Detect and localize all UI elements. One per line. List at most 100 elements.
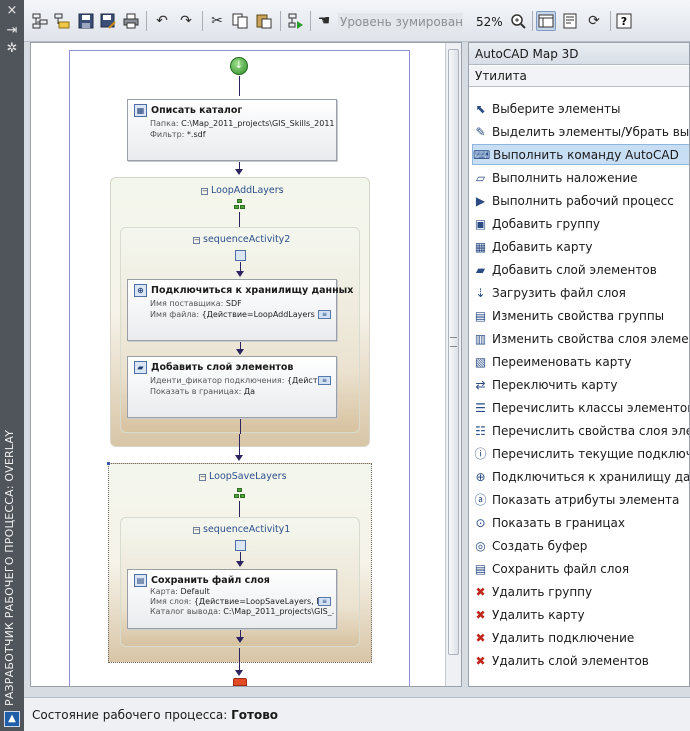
palette-item-label: Выделить элементы/Убрать выделение xyxy=(492,124,690,139)
paste-icon[interactable] xyxy=(254,11,274,31)
palette-item[interactable]: ⇣ Загрузить файл слоя xyxy=(472,282,689,303)
palette-item[interactable]: ✖ Удалить слой элементов xyxy=(472,650,689,671)
prop-label: Показать в границах: xyxy=(150,387,242,396)
save-layer-icon: ▤ xyxy=(474,561,487,576)
sequence-activity-1[interactable]: − sequenceActivity1 ▤ Сохранить файл слоя … xyxy=(120,517,360,647)
palette-item[interactable]: ⬉ Выберите элементы xyxy=(472,98,689,119)
buffer-icon: ◎ xyxy=(475,538,486,553)
properties-icon[interactable]: ✲ xyxy=(5,42,19,56)
end-node-icon[interactable] xyxy=(233,678,247,686)
remove-map-icon: ✖ xyxy=(475,607,486,622)
start-node-icon[interactable]: ↓ xyxy=(230,57,248,75)
palette-item[interactable]: ◎ Создать буфер xyxy=(472,535,689,556)
palette-category[interactable]: Утилита xyxy=(469,66,689,87)
activity-title: Подключиться к хранилищу данных xyxy=(151,285,354,296)
workflow-canvas[interactable]: ↓ ▦ Описать каталог Папка: C:\Map_2011_pr… xyxy=(30,42,462,687)
zoom-value[interactable]: 52% xyxy=(476,13,503,31)
palette-item[interactable]: ▤ Изменить свойства группы xyxy=(472,305,689,326)
collapse-toggle[interactable]: − xyxy=(199,474,206,481)
palette-item[interactable]: ✖ Удалить группу xyxy=(472,581,689,602)
workflow-page: ↓ ▦ Описать каталог Папка: C:\Map_2011_pr… xyxy=(69,50,410,686)
prop-value: C:\Map_2011_projects\GIS_... xyxy=(223,607,335,616)
redo-icon[interactable]: ↷ xyxy=(176,11,196,31)
palette-item[interactable]: ▥ Изменить свойства слоя элементов xyxy=(472,328,689,349)
prop-label: Каталог вывода: xyxy=(150,607,221,616)
activity-describe-catalog[interactable]: ▦ Описать каталог Папка: C:\Map_2011_proj… xyxy=(127,99,337,161)
binding-icon[interactable]: ≡ xyxy=(318,310,331,319)
binding-icon[interactable]: ≡ xyxy=(318,376,331,385)
layout-icon-2[interactable] xyxy=(560,11,580,31)
layer-props-icon: ▥ xyxy=(474,331,487,346)
palette-item[interactable]: ⊙ Показать в границах xyxy=(472,512,689,533)
palette-item[interactable]: ⓐ Показать атрибуты элемента xyxy=(472,489,689,510)
palette-item-label: Изменить свойства группы xyxy=(492,308,665,323)
sequence-activity-2[interactable]: − sequenceActivity2 ⊕ Подключиться к храни… xyxy=(120,227,360,434)
list-layer-props-icon: ☷ xyxy=(475,423,486,438)
refresh-icon[interactable]: ⟳ xyxy=(584,11,604,31)
open-workflow-icon[interactable] xyxy=(52,11,72,31)
overlay-icon: ▱ xyxy=(475,170,486,185)
activity-title: Сохранить файл слоя xyxy=(151,575,270,586)
palette-group-title[interactable]: AutoCAD Map 3D xyxy=(469,43,689,65)
palette-item[interactable]: ☷ Перечислить свойства слоя элементов xyxy=(472,420,689,441)
help-icon[interactable]: ? xyxy=(614,11,634,31)
palette-item-label: Загрузить файл слоя xyxy=(492,285,626,300)
add-group-icon: ▣ xyxy=(474,216,487,231)
activity-connect-datastore[interactable]: ⊕ Подключиться к хранилищу данных Имя пос… xyxy=(127,279,353,341)
palette-item[interactable]: ☰ Перечислить классы элементов xyxy=(472,397,689,418)
palette-item[interactable]: ▧ Переименовать карту xyxy=(472,351,689,372)
zoom-hand-icon[interactable]: ☚ xyxy=(314,11,334,31)
loop-save-layers[interactable]: − LoopSaveLayers − sequenceActivity1 ▤ Сохр… xyxy=(107,462,372,664)
binding-icon[interactable]: ≡ xyxy=(318,597,331,606)
collapse-toggle[interactable]: − xyxy=(193,527,200,534)
copy-icon[interactable] xyxy=(230,11,250,31)
cut-icon[interactable]: ✂ xyxy=(207,11,227,31)
prop-label: Карта: xyxy=(150,587,178,596)
prop-value: {Действие=LoopSaveLayers, Пу... xyxy=(193,597,320,606)
palette-item-label: Переключить карту xyxy=(492,377,618,392)
new-workflow-icon[interactable] xyxy=(30,11,50,31)
palette-item[interactable]: ▱ Выполнить наложение xyxy=(472,167,689,188)
palette-item[interactable]: ⊕ Подключиться к хранилищу данных xyxy=(472,466,689,487)
palette-item[interactable]: ✖ Удалить карту xyxy=(472,604,689,625)
palette-item[interactable]: ⌨ Выполнить команду AutoCAD xyxy=(472,144,689,165)
palette-item-label: Добавить группу xyxy=(492,216,601,231)
run-workflow-icon: ▶ xyxy=(475,193,486,208)
activity-save-layer-file[interactable]: ▤ Сохранить файл слоя Карта: Default Имя … xyxy=(127,569,337,629)
loop-add-layers[interactable]: − LoopAddLayers − sequenceActivity2 ⊕ Подкл… xyxy=(110,177,370,448)
loop-title: LoopAddLayers xyxy=(211,185,284,196)
collapse-toggle[interactable]: − xyxy=(193,237,200,244)
scrollbar-thumb[interactable] xyxy=(448,49,459,655)
palette-item-label: Перечислить свойства слоя элементов xyxy=(492,423,689,438)
palette-item[interactable]: ▣ Добавить группу xyxy=(472,213,689,234)
prop-label: Иденти_фикатор подключения: xyxy=(150,376,285,385)
save-as-icon[interactable] xyxy=(98,11,118,31)
palette-item[interactable]: ⓘ Перечислить текущие подключения xyxy=(472,443,689,464)
add-layer-icon: ▰ xyxy=(475,262,486,277)
splitter[interactable] xyxy=(24,687,690,697)
print-icon[interactable] xyxy=(121,11,141,31)
palette-item[interactable]: ▶ Выполнить рабочий процесс xyxy=(472,190,689,211)
autocad-logo-icon[interactable]: ▲ xyxy=(4,711,20,727)
palette-item[interactable]: ▤ Сохранить файл слоя xyxy=(472,558,689,579)
run-workflow-icon[interactable] xyxy=(286,11,306,31)
palette-item[interactable]: ▦ Добавить карту xyxy=(472,236,689,257)
layout-icon-1[interactable] xyxy=(536,11,556,31)
prop-label: Имя слоя: xyxy=(150,597,192,606)
palette-item[interactable]: ✖ Удалить подключение xyxy=(472,627,689,648)
zoom-icon[interactable] xyxy=(508,11,528,31)
save-icon[interactable] xyxy=(76,11,96,31)
activity-add-feature-layer[interactable]: ▰ Добавить слой элементов Иденти_фикатор … xyxy=(127,356,337,418)
collapse-toggle[interactable]: − xyxy=(201,188,208,195)
rename-map-icon: ▧ xyxy=(474,354,487,369)
auto-hide-icon[interactable]: ⇥ xyxy=(5,24,19,38)
prop-value: {Действи... xyxy=(286,376,320,385)
canvas-scrollbar[interactable] xyxy=(445,43,461,686)
palette-item[interactable]: ✎ Выделить элементы/Убрать выделение xyxy=(472,121,690,142)
close-icon[interactable]: × xyxy=(5,4,19,18)
zoom-level-field[interactable]: Уровень зумирования xyxy=(338,13,463,31)
activity-palette: AutoCAD Map 3D Утилита ⬉ Выберите элемент… xyxy=(468,42,690,687)
palette-item[interactable]: ⇄ Переключить карту xyxy=(472,374,689,395)
palette-item[interactable]: ▰ Добавить слой элементов xyxy=(472,259,689,280)
undo-icon[interactable]: ↶ xyxy=(152,11,172,31)
